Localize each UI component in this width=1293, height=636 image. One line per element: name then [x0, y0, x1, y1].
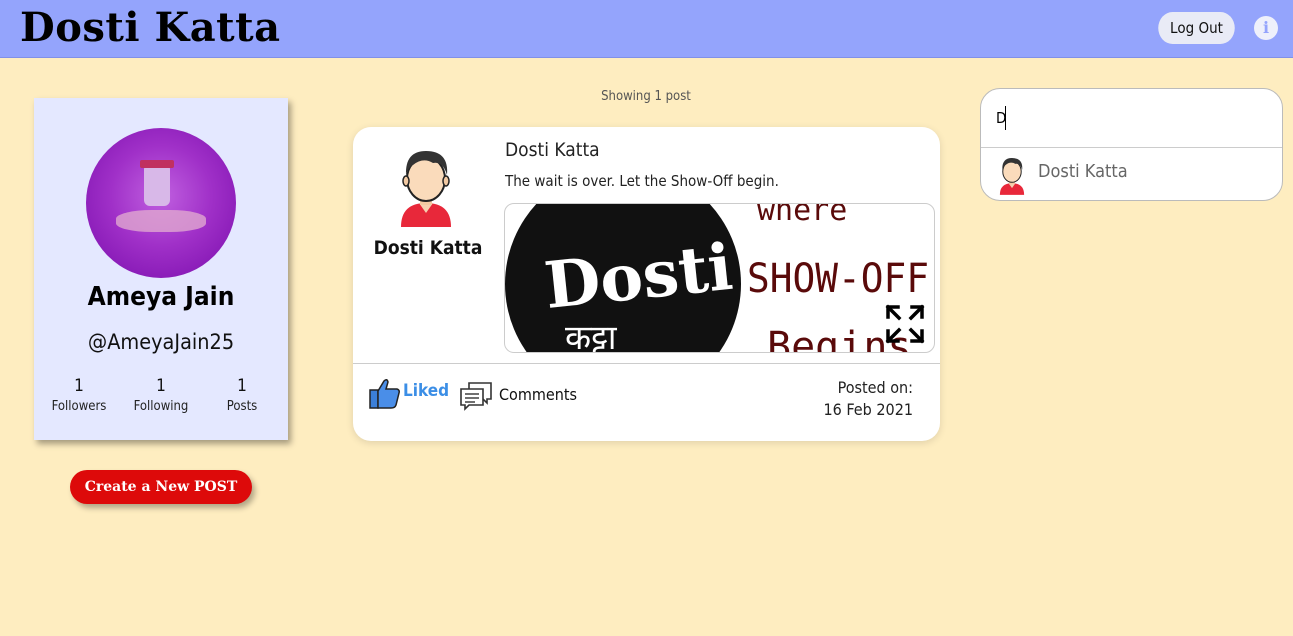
post-caption: The wait is over. Let the Show-Off begin… — [505, 172, 779, 190]
image-text-showoff: SHOW-OFF — [747, 256, 929, 302]
profile-handle: @AmeyaJain25 — [87, 330, 235, 354]
post-title: Dosti Katta — [505, 139, 600, 161]
followers-label: Followers — [51, 399, 107, 414]
result-avatar-icon — [999, 158, 1025, 195]
following-count: 1 — [156, 376, 166, 396]
posts-stat[interactable]: 1 Posts — [202, 376, 282, 414]
following-label: Following — [133, 399, 189, 414]
search-input[interactable] — [981, 89, 1282, 148]
posts-label: Posts — [226, 399, 258, 414]
post-card: Dosti Katta Dosti Katta The wait is over… — [353, 127, 940, 441]
search-panel: Dosti Katta — [980, 88, 1283, 201]
like-button[interactable]: Liked — [403, 381, 449, 401]
image-logo-subtext: कट्टा — [565, 318, 618, 353]
create-post-button[interactable]: Create a New POST — [70, 470, 252, 504]
following-stat[interactable]: 1 Following — [121, 376, 201, 414]
profile-name: Ameya Jain — [87, 282, 235, 312]
image-text-where: where — [757, 204, 847, 228]
posts-count: 1 — [237, 376, 247, 396]
logout-button[interactable]: Log Out — [1158, 12, 1235, 44]
brand-logo[interactable]: Dosti Katta — [20, 4, 281, 51]
post-divider — [353, 363, 940, 364]
posted-date-value: 16 Feb 2021 — [823, 400, 913, 419]
comment-icon[interactable] — [459, 381, 493, 411]
top-navbar: Dosti Katta Log Out i — [0, 0, 1293, 58]
expand-icon[interactable] — [885, 304, 925, 344]
followers-stat[interactable]: 1 Followers — [39, 376, 119, 414]
search-result-item[interactable]: Dosti Katta — [981, 149, 1282, 200]
posted-date: Posted on: 16 Feb 2021 — [793, 377, 913, 421]
search-result-name: Dosti Katta — [1038, 161, 1128, 182]
info-icon[interactable]: i — [1254, 16, 1278, 40]
thumbs-up-icon[interactable] — [369, 377, 401, 409]
posted-label: Posted on: — [837, 378, 913, 397]
profile-card: Ameya Jain @AmeyaJain25 1 Followers 1 Fo… — [34, 98, 288, 440]
text-caret — [1005, 106, 1006, 130]
author-avatar-icon[interactable] — [393, 145, 459, 227]
comments-button[interactable]: Comments — [499, 385, 577, 404]
post-count-text: Showing 1 post — [601, 89, 691, 104]
followers-count: 1 — [74, 376, 84, 396]
post-author-name[interactable]: Dosti Katta — [353, 237, 503, 259]
post-image[interactable]: Dosti कट्टा where SHOW-OFF Begins — [504, 203, 935, 353]
profile-avatar[interactable] — [86, 128, 236, 278]
